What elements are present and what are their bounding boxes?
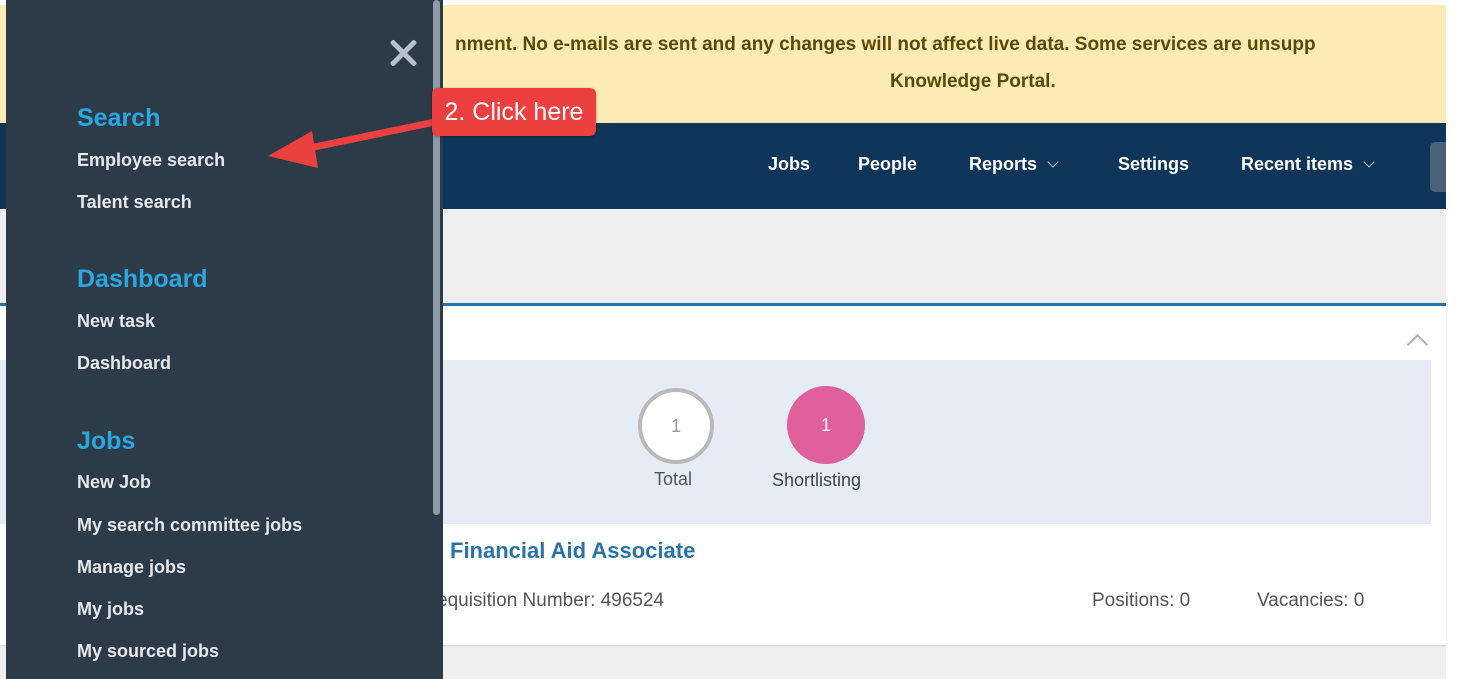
menu-item-my-search-committee-jobs[interactable]: My search committee jobs [77,515,302,536]
total-count-label: Total [654,469,693,489]
shortlisting-count-value: 1 [820,414,831,435]
nav-jobs-label: Jobs [768,154,811,174]
menu-item-talent-search[interactable]: Talent search [77,192,192,213]
menu-item-dashboard[interactable]: Dashboard [77,353,171,374]
menu-item-new-task[interactable]: New task [77,311,155,332]
total-count-circle[interactable]: 1 [638,388,714,464]
nav-search-button-partial[interactable] [1430,142,1446,192]
side-menu: Search Employee search Talent search Das… [6,0,443,679]
nav-people-label: People [858,154,918,174]
menu-item-manage-jobs[interactable]: Manage jobs [77,557,186,578]
annotation-callout-text: 2. Click here [444,97,584,126]
requisition-number: equisition Number: 496524 [437,590,665,611]
menu-item-my-sourced-jobs[interactable]: My sourced jobs [77,641,219,662]
vacancies-count: Vacancies: 0 [1257,590,1365,611]
nav-recent-items[interactable]: Recent items [1241,154,1375,175]
menu-item-employee-search[interactable]: Employee search [77,150,225,171]
nav-settings[interactable]: Settings [1118,154,1189,175]
menu-item-my-jobs[interactable]: My jobs [77,599,144,620]
nav-reports-label: Reports [969,154,1038,174]
banner-text-line2: Knowledge Portal. [890,71,1056,92]
total-count-value: 1 [670,415,681,436]
menu-heading-dashboard: Dashboard [77,265,208,293]
positions-count: Positions: 0 [1092,590,1191,611]
nav-reports[interactable]: Reports [969,154,1059,175]
menu-heading-jobs: Jobs [77,427,136,455]
menu-item-new-job[interactable]: New Job [77,472,151,493]
scrollbar-thumb[interactable] [433,0,440,515]
menu-heading-search: Search [77,104,161,132]
chevron-down-icon [1363,156,1375,168]
chevron-down-icon [1047,156,1059,168]
annotation-callout: 2. Click here [432,88,596,136]
banner-text-line1: nment. No e-mails are sent and any chang… [455,34,1316,55]
nav-recent-items-label: Recent items [1241,154,1354,174]
nav-people[interactable]: People [858,154,917,175]
nav-jobs[interactable]: Jobs [768,154,810,175]
screenshot: nment. No e-mails are sent and any chang… [0,0,1462,679]
shortlisting-count-label: Shortlisting [772,470,862,490]
close-icon[interactable] [386,36,420,70]
job-title-link[interactable]: Financial Aid Associate [450,538,695,564]
shortlisting-count-circle[interactable]: 1 [787,386,865,464]
nav-settings-label: Settings [1118,154,1190,174]
